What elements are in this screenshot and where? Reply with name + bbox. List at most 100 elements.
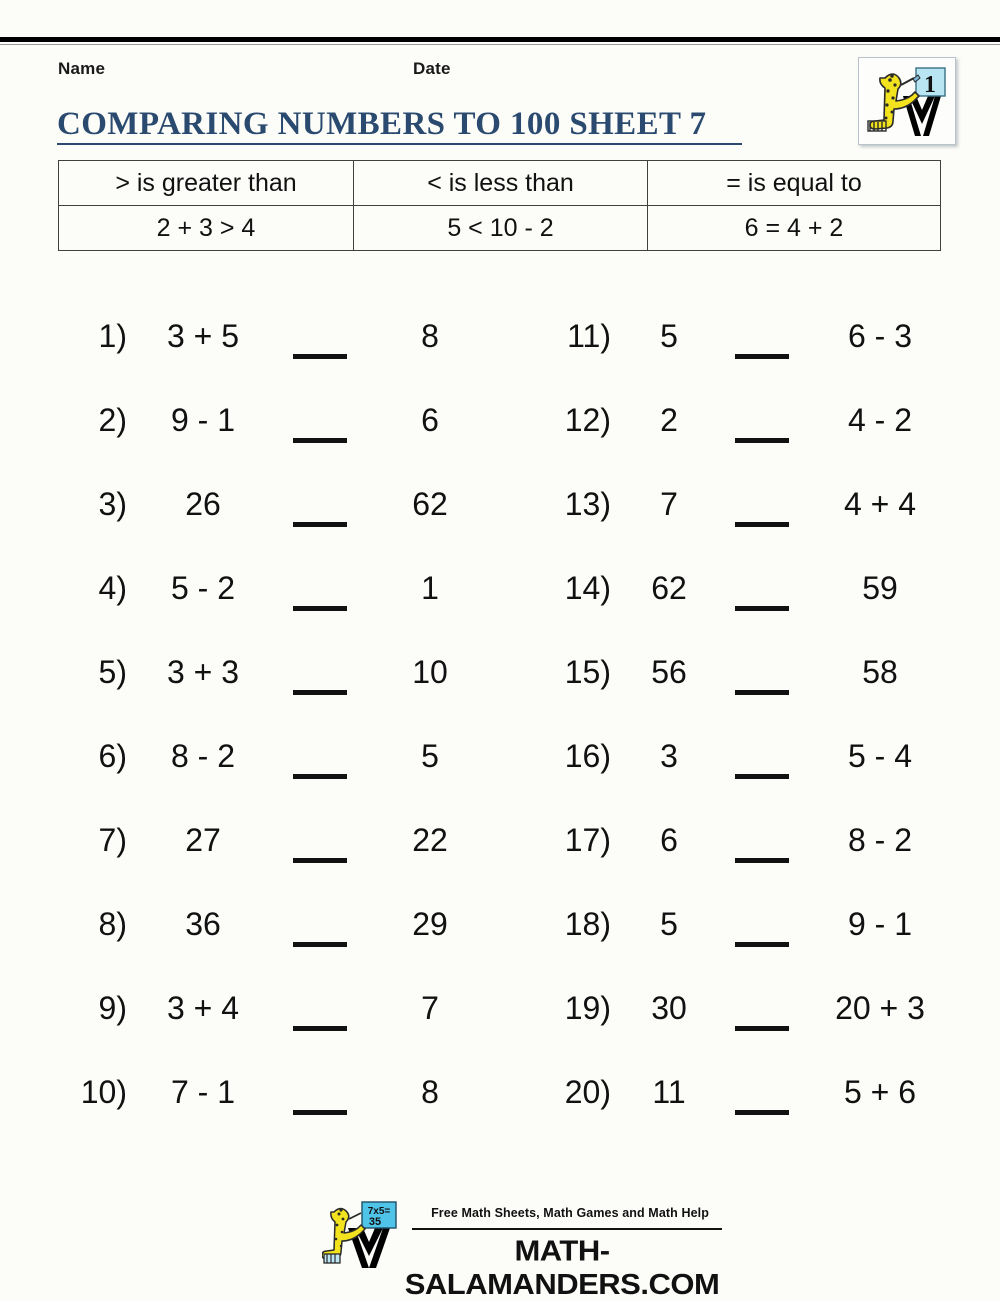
problem-right-expression: 8 - 2: [847, 822, 913, 858]
legend-example-less: 5 < 10 - 2: [353, 205, 648, 251]
problem-number: 4): [98, 570, 127, 606]
problem-row: 19) 30 20 + 3: [533, 972, 973, 1056]
svg-text:1: 1: [924, 72, 936, 98]
legend-header-less: < is less than: [353, 160, 648, 206]
problem-row: 20) 11 5 + 6: [533, 1056, 973, 1140]
problem-number: 9): [98, 990, 127, 1026]
problem-left-expression: 5 - 2: [170, 570, 236, 606]
problem-number: 20): [564, 1074, 611, 1110]
problem-row: 15) 56 58: [533, 636, 973, 720]
top-rule: [0, 37, 1000, 42]
problem-right-expression: 7: [421, 990, 439, 1026]
name-label: Name: [58, 59, 106, 78]
legend-header-equal: = is equal to: [647, 160, 941, 206]
problem-row: 1) 3 + 5 8: [55, 300, 515, 384]
math-salamanders-grade-logo: 1: [858, 57, 956, 145]
problem-number: 11): [567, 318, 611, 354]
legend-example-greater: 2 + 3 > 4: [58, 205, 354, 251]
problem-left-expression: 7 - 1: [170, 1074, 236, 1110]
problem-number: 12): [564, 402, 611, 438]
problem-row: 12) 2 4 - 2: [533, 384, 973, 468]
answer-blank[interactable]: [735, 858, 789, 863]
problem-row: 16) 3 5 - 4: [533, 720, 973, 804]
answer-blank[interactable]: [735, 438, 789, 443]
worksheet-page: Name Date 1 COMPARING NUMBERS TO 100 SHE…: [0, 0, 1000, 1300]
problem-number: 2): [98, 402, 127, 438]
problem-right-expression: 8: [421, 1074, 439, 1110]
answer-blank[interactable]: [293, 1026, 347, 1031]
problem-right-expression: 5 + 6: [843, 1074, 917, 1110]
problem-left-expression: 3 + 5: [166, 318, 240, 354]
problem-left-expression: 56: [651, 654, 687, 690]
problem-row: 2) 9 - 1 6: [55, 384, 515, 468]
problem-number: 13): [564, 486, 611, 522]
problem-number: 8): [98, 906, 127, 942]
answer-blank[interactable]: [293, 606, 347, 611]
legend-header-row: > is greater than < is less than = is eq…: [58, 160, 941, 206]
problems-column-left: 1) 3 + 5 8 2) 9 - 1 6 3) 26 62 4) 5 - 2 1 5) 3 + 3 10 6…: [55, 300, 515, 1140]
problem-left-expression: 6: [660, 822, 678, 858]
problem-left-expression: 3 + 4: [166, 990, 240, 1026]
answer-blank[interactable]: [293, 690, 347, 695]
footer-site-url[interactable]: MATH-SALAMANDERS.COM: [400, 1235, 724, 1301]
footer-tagline: Free Math Sheets, Math Games and Math He…: [431, 1206, 709, 1220]
answer-blank[interactable]: [735, 1026, 789, 1031]
problem-left-expression: 2: [660, 402, 678, 438]
problem-row: 5) 3 + 3 10: [55, 636, 515, 720]
problem-right-expression: 5 - 4: [847, 738, 913, 774]
problem-number: 3): [98, 486, 127, 522]
date-label: Date: [413, 59, 451, 78]
problem-row: 4) 5 - 2 1: [55, 552, 515, 636]
problems-column-right: 11) 5 6 - 3 12) 2 4 - 2 13) 7 4 + 4 14) 62 59 15) 56 5…: [533, 300, 973, 1140]
problem-right-expression: 5: [421, 738, 439, 774]
answer-blank[interactable]: [293, 354, 347, 359]
problem-row: 9) 3 + 4 7: [55, 972, 515, 1056]
footer-divider: [412, 1228, 722, 1230]
problem-number: 16): [564, 738, 611, 774]
answer-blank[interactable]: [735, 1110, 789, 1115]
problem-left-expression: 5: [660, 318, 678, 354]
problem-left-expression: 62: [651, 570, 687, 606]
problem-left-expression: 30: [651, 990, 687, 1026]
problem-row: 6) 8 - 2 5: [55, 720, 515, 804]
answer-blank[interactable]: [293, 1110, 347, 1115]
problem-right-expression: 1: [421, 570, 439, 606]
problem-number: 18): [564, 906, 611, 942]
top-rule-thin: [0, 44, 1000, 45]
problem-left-expression: 5: [660, 906, 678, 942]
answer-blank[interactable]: [293, 438, 347, 443]
legend-example-equal: 6 = 4 + 2: [647, 205, 941, 251]
answer-blank[interactable]: [293, 522, 347, 527]
problem-right-expression: 9 - 1: [847, 906, 913, 942]
problem-row: 11) 5 6 - 3: [533, 300, 973, 384]
problem-number: 5): [98, 654, 127, 690]
problem-number: 14): [564, 570, 611, 606]
answer-blank[interactable]: [293, 942, 347, 947]
problem-right-expression: 22: [412, 822, 448, 858]
answer-blank[interactable]: [735, 522, 789, 527]
problem-left-expression: 27: [185, 822, 221, 858]
answer-blank[interactable]: [735, 942, 789, 947]
answer-blank[interactable]: [735, 690, 789, 695]
problem-right-expression: 4 - 2: [847, 402, 913, 438]
answer-blank[interactable]: [293, 858, 347, 863]
legend-header-greater: > is greater than: [58, 160, 354, 206]
answer-blank[interactable]: [735, 354, 789, 359]
problem-row: 17) 6 8 - 2: [533, 804, 973, 888]
legend-example-row: 2 + 3 > 4 5 < 10 - 2 6 = 4 + 2: [58, 205, 941, 251]
answer-blank[interactable]: [293, 774, 347, 779]
problem-right-expression: 4 + 4: [843, 486, 917, 522]
problem-right-expression: 10: [412, 654, 448, 690]
comparison-legend-table: > is greater than < is less than = is eq…: [58, 160, 941, 251]
answer-blank[interactable]: [735, 606, 789, 611]
problem-number: 6): [98, 738, 127, 774]
page-title-underline: [57, 143, 742, 145]
problem-right-expression: 59: [862, 570, 898, 606]
problem-right-expression: 8: [421, 318, 439, 354]
problem-right-expression: 29: [412, 906, 448, 942]
problem-number: 10): [80, 1074, 127, 1110]
problem-row: 8) 36 29: [55, 888, 515, 972]
problem-right-expression: 6: [421, 402, 439, 438]
answer-blank[interactable]: [735, 774, 789, 779]
problem-left-expression: 36: [185, 906, 221, 942]
